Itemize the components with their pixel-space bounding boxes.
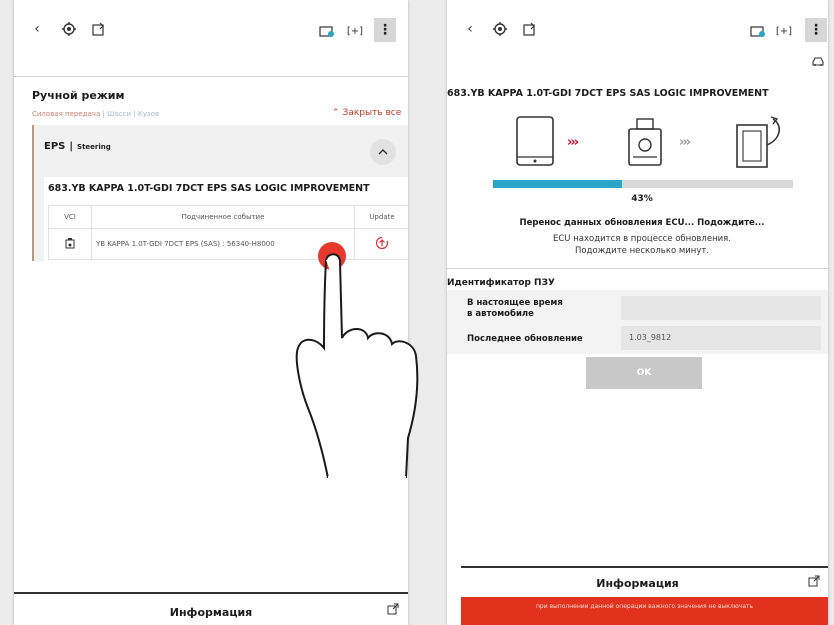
top-toolbar: ‹ [+] ⋮ xyxy=(447,0,828,66)
double-chevron-up-icon: ⌃ xyxy=(332,108,340,118)
vci-device-icon xyxy=(628,118,662,166)
battery-icon[interactable] xyxy=(316,20,338,42)
progress-bar xyxy=(493,180,793,188)
chevron-up-icon xyxy=(378,149,388,155)
system-name: EPS xyxy=(44,141,66,152)
status-detail: ECU находится в процессе обновления. Под… xyxy=(447,233,828,257)
status-message: Перенос данных обновления ECU... Подожди… xyxy=(519,218,765,228)
expand-icon[interactable]: [+] xyxy=(773,20,795,42)
footer-divider xyxy=(461,566,828,568)
info-footer[interactable]: Информация xyxy=(14,606,408,619)
update-title: 683.YB KAPPA 1.0T-GDI 7DCT EPS SAS LOGIC… xyxy=(447,88,769,99)
battery-icon[interactable] xyxy=(747,20,769,42)
close-all-label: Закрыть все xyxy=(342,108,402,118)
eps-header[interactable]: EPS | Steering xyxy=(44,141,111,152)
back-icon[interactable]: ‹ xyxy=(459,18,481,40)
col-update: Update xyxy=(354,205,408,229)
export-icon[interactable] xyxy=(803,570,825,592)
col-event: Подчиненное событие xyxy=(91,205,355,229)
gear-icon[interactable] xyxy=(58,18,80,40)
upload-icon[interactable] xyxy=(519,18,541,40)
grey-arrows-icon: ››› xyxy=(679,135,691,150)
header-divider xyxy=(14,76,408,77)
col-vci: VCI xyxy=(48,205,92,229)
export-icon[interactable] xyxy=(382,598,404,620)
footer-divider xyxy=(14,592,408,594)
hand-pointer-icon xyxy=(295,242,419,478)
event-title: 683.YB KAPPA 1.0T-GDI 7DCT EPS SAS LOGIC… xyxy=(48,183,370,194)
close-all-button[interactable]: ⌃ Закрыть все xyxy=(332,108,401,118)
crumb-body[interactable]: Кузов xyxy=(138,110,159,118)
upload-icon[interactable] xyxy=(88,18,110,40)
current-value xyxy=(621,296,821,320)
menu-icon[interactable]: ⋮ xyxy=(374,18,396,42)
gear-icon[interactable] xyxy=(489,18,511,40)
progress-percent: 43% xyxy=(631,194,653,204)
section-divider xyxy=(447,268,828,269)
latest-value: 1.03_9812 xyxy=(621,326,821,350)
crumb-chassis[interactable]: Шасси xyxy=(107,110,131,118)
top-toolbar: ‹ [+] ⋮ xyxy=(14,0,408,52)
progress-fill xyxy=(493,180,622,188)
info-footer[interactable]: Информация xyxy=(447,577,828,590)
red-arrows-icon: ››› xyxy=(567,135,579,150)
status-detail-line1: ECU находится в процессе обновления. xyxy=(553,234,731,244)
section-title: Ручной режим xyxy=(32,89,125,102)
back-icon[interactable]: ‹ xyxy=(26,18,48,40)
crumb-powertrain[interactable]: Силовая передача xyxy=(32,110,100,118)
rom-id-title: Идентификатор ПЗУ xyxy=(447,278,555,288)
ok-button[interactable]: OK xyxy=(586,357,702,389)
expand-icon[interactable]: [+] xyxy=(344,20,366,42)
menu-icon[interactable]: ⋮ xyxy=(805,18,827,42)
warning-bar: при выполнении данной операции важного з… xyxy=(461,597,828,625)
latest-label: Последнее обновление xyxy=(467,334,583,344)
collapse-button[interactable] xyxy=(370,139,396,165)
vci-icon xyxy=(65,238,75,249)
ecu-update-screen: ‹ [+] ⋮ 683.YB KAPPA 1.0T-GDI 7DCT EPS S… xyxy=(447,0,828,625)
car-icon[interactable] xyxy=(807,50,828,72)
breadcrumb: Силовая передача | Шасси | Кузов xyxy=(32,110,160,118)
system-sub: Steering xyxy=(77,143,111,151)
transfer-diagram: ››› ››› xyxy=(507,115,787,175)
tablet-icon xyxy=(516,116,554,166)
status-detail-line2: Подождите несколько минут. xyxy=(574,246,710,256)
ecu-icon xyxy=(736,116,780,168)
current-label: В настоящее время в автомобиле xyxy=(467,298,563,319)
rom-id-table: В настоящее время в автомобиле Последнее… xyxy=(447,290,828,354)
vci-cell xyxy=(48,228,92,260)
